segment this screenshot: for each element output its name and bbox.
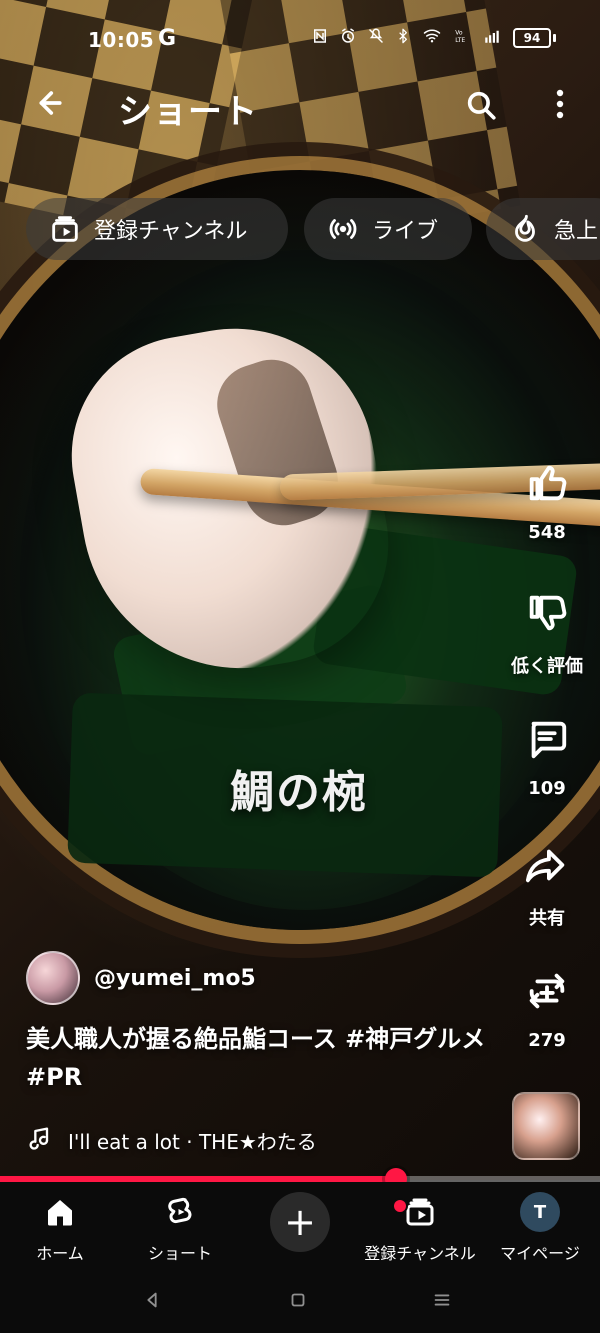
remix-icon [524, 968, 570, 1018]
svg-text:Vo: Vo [455, 30, 463, 37]
sound-thumbnail[interactable] [512, 1092, 580, 1160]
alarm-icon [339, 27, 357, 49]
google-g-icon: G [158, 26, 177, 51]
home-icon [38, 1190, 82, 1234]
page-title: ショート [118, 92, 258, 132]
arrow-left-icon [30, 86, 64, 129]
signal-icon [481, 27, 503, 49]
remix-action[interactable]: 279 [506, 964, 588, 1051]
trending-icon [508, 212, 542, 246]
wifi-icon [421, 27, 443, 49]
chip-live-label: ライブ [372, 219, 439, 244]
nav-my-page[interactable]: T マイページ [480, 1190, 600, 1266]
like-count: 548 [528, 522, 566, 543]
nav-recents-icon [429, 1288, 455, 1318]
music-row[interactable]: I'll eat a lot · THE★わたる [26, 1120, 496, 1160]
comments-button[interactable] [518, 712, 576, 770]
system-back-button[interactable] [122, 1286, 182, 1320]
nav-my-page-label: マイページ [500, 1244, 580, 1263]
nav-create[interactable]: + [240, 1188, 360, 1264]
system-recents-button[interactable] [412, 1286, 472, 1320]
status-time: 10:05 [88, 28, 155, 52]
more-vert-icon [555, 87, 565, 127]
like-button[interactable] [518, 456, 576, 514]
notification-dot [394, 1200, 406, 1212]
video-caption[interactable]: 美人職人が握る絶品鮨コース #神戸グルメ #PR [26, 1020, 496, 1096]
subscriptions-tab-icon [394, 1190, 442, 1234]
chip-live[interactable]: ライブ [304, 198, 472, 260]
nav-subscriptions[interactable]: 登録チャンネル [360, 1190, 480, 1266]
subscriptions-icon [48, 212, 82, 246]
back-button[interactable] [22, 82, 72, 132]
share-label: 共有 [529, 908, 565, 929]
video-overlay-text: 鯛の椀 [230, 767, 368, 818]
status-icons: Vo LTE 94 [311, 27, 556, 49]
filter-chips: 登録チャンネル ライブ 急上 [26, 198, 600, 260]
channel-handle[interactable]: @yumei_mo5 [94, 966, 256, 991]
nav-back-icon [141, 1288, 163, 1318]
comment-icon [524, 716, 570, 766]
dislike-button[interactable] [518, 586, 576, 644]
my-page-avatar: T [518, 1190, 562, 1234]
nav-home-label: ホーム [36, 1244, 84, 1263]
music-title: I'll eat a lot · THE★わたる [68, 1129, 317, 1154]
share-icon [524, 842, 570, 892]
bluetooth-icon [395, 27, 411, 49]
battery-tip [553, 34, 556, 42]
comment-count: 109 [528, 778, 566, 799]
share-action[interactable]: 共有 [506, 838, 588, 930]
shorts-icon [158, 1190, 202, 1234]
share-button[interactable] [518, 838, 576, 896]
thumb-up-icon [524, 460, 570, 510]
system-home-button[interactable] [268, 1286, 328, 1320]
remix-button[interactable] [518, 964, 576, 1022]
nav-subscriptions-label: 登録チャンネル [364, 1244, 476, 1263]
nav-home-icon [287, 1288, 309, 1318]
channel-avatar[interactable] [26, 951, 80, 1005]
system-navigation [0, 1270, 600, 1333]
chip-subscriptions[interactable]: 登録チャンネル [26, 198, 288, 260]
avatar-letter: T [520, 1192, 560, 1232]
chip-subscriptions-label: 登録チャンネル [94, 219, 248, 244]
nav-shorts-label: ショート [147, 1244, 212, 1263]
search-button[interactable] [456, 82, 506, 132]
thumb-down-icon [524, 590, 570, 640]
status-bar: 10:05 G Vo LTE 94 [0, 18, 600, 60]
music-note-icon [26, 1124, 54, 1157]
more-button[interactable] [538, 82, 582, 132]
like-action[interactable]: 548 [506, 456, 588, 543]
search-icon [464, 88, 498, 126]
svg-text:LTE: LTE [455, 37, 465, 44]
dislike-label: 低く評価 [511, 656, 583, 677]
live-icon [326, 212, 360, 246]
plus-icon: + [270, 1192, 330, 1252]
mute-icon [367, 27, 385, 49]
chip-trending-label: 急上 [554, 219, 599, 244]
battery-level: 94 [513, 28, 551, 48]
remix-count: 279 [528, 1030, 566, 1051]
nav-home[interactable]: ホーム [0, 1190, 120, 1266]
screen: 10:05 G Vo LTE 94 ショート 登録チャンネル ライブ 急上 鯛の… [0, 0, 600, 1333]
chip-trending[interactable]: 急上 [486, 198, 600, 260]
nav-shorts[interactable]: ショート [120, 1190, 240, 1266]
nfc-icon [311, 27, 329, 49]
comments-action[interactable]: 109 [506, 712, 588, 799]
channel-row[interactable]: @yumei_mo5 [26, 948, 466, 1008]
bottom-navigation: ホーム ショート + 登録チャンネル T マイページ [0, 1182, 600, 1270]
battery: 94 [513, 28, 556, 48]
dislike-action[interactable]: 低く評価 [506, 586, 588, 678]
top-app-bar: ショート [0, 70, 600, 144]
volte-icon: Vo LTE [453, 27, 471, 49]
